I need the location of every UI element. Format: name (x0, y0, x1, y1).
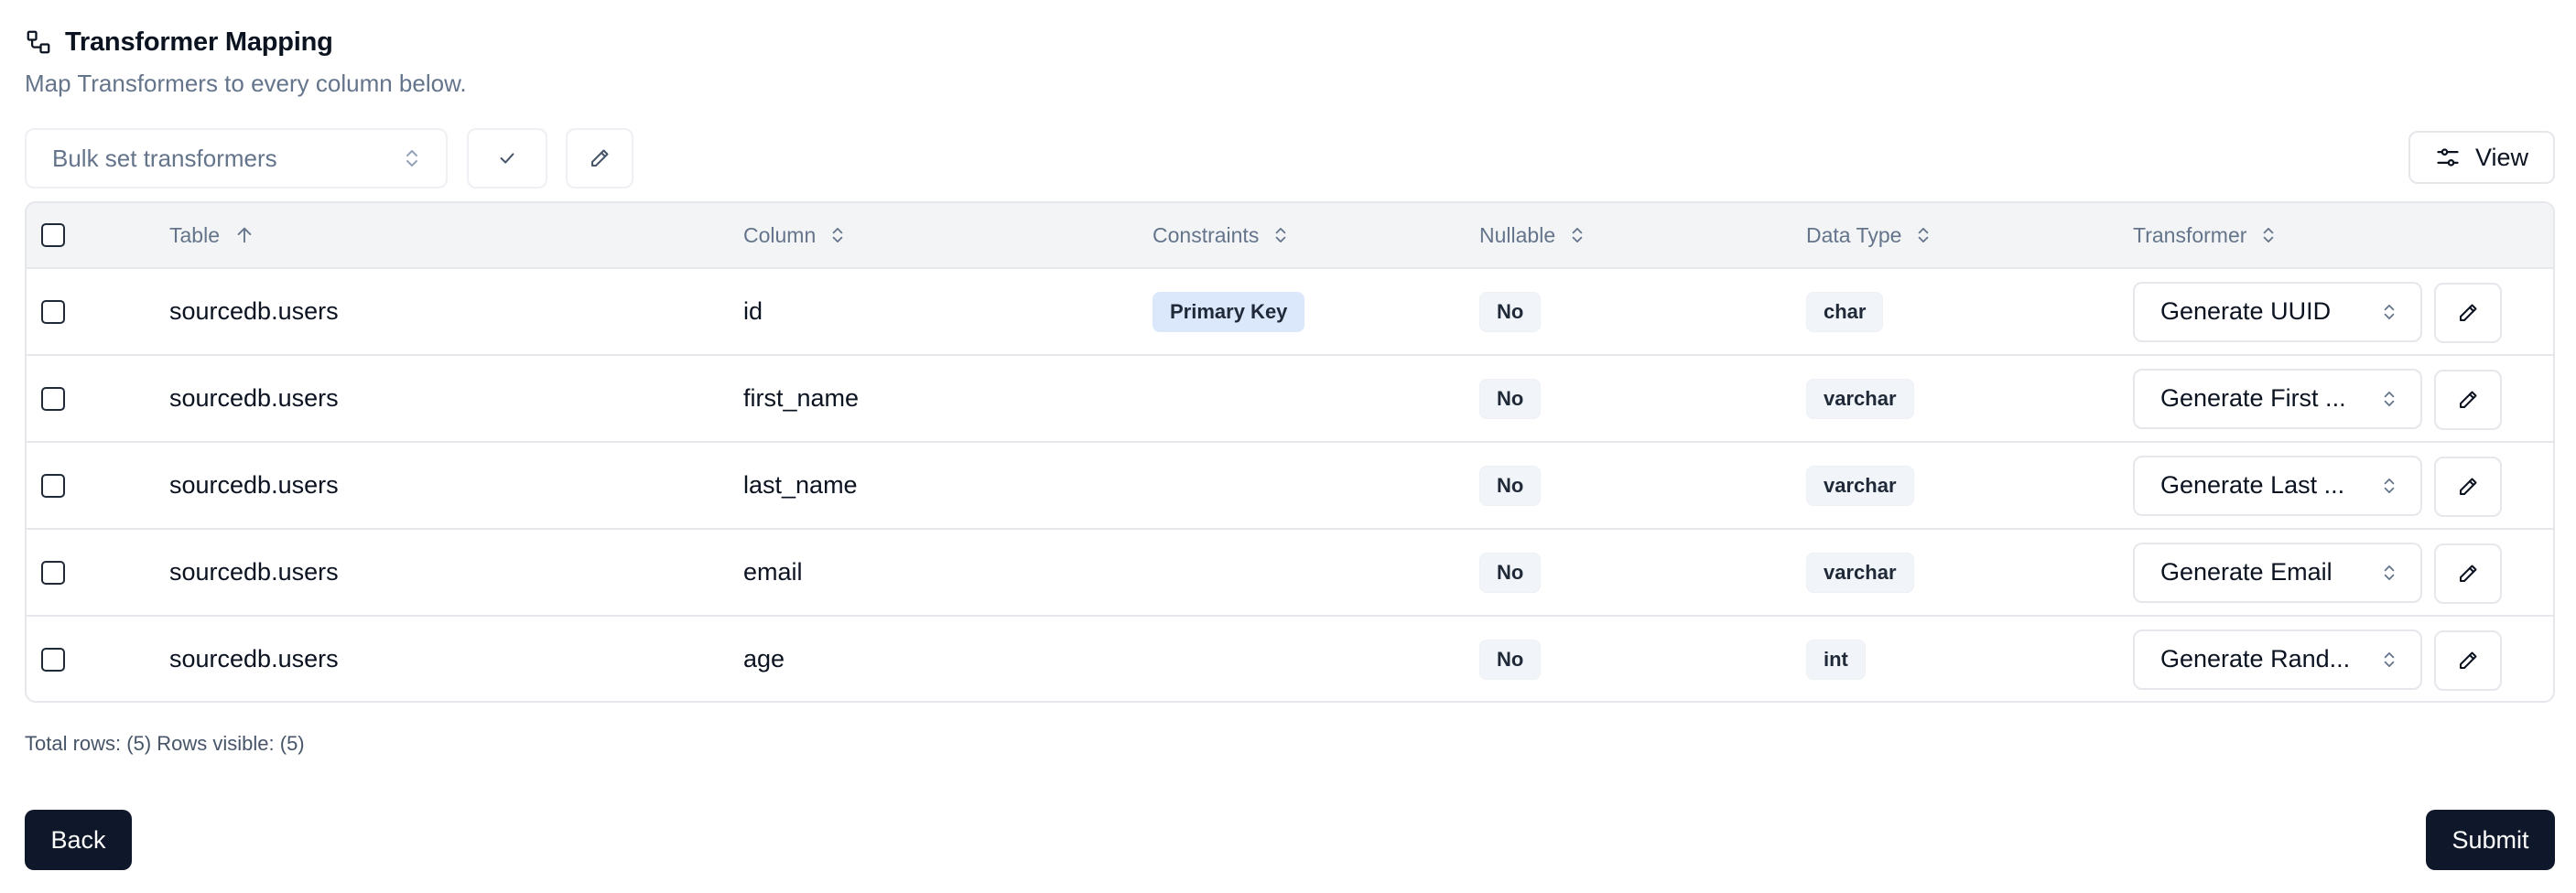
check-icon (500, 153, 514, 164)
edit-transformer-button[interactable] (2434, 370, 2502, 430)
chevron-up-down-icon (2384, 651, 2395, 667)
page-title: Transformer Mapping (65, 27, 333, 57)
sort-icon (2264, 228, 2274, 243)
table-row: sourcedb.users email No varchar Generate… (27, 530, 2553, 617)
row-checkbox[interactable] (41, 473, 65, 498)
constraint-badge: Primary Key (1153, 291, 1305, 332)
transformer-select[interactable]: Generate Email (2133, 542, 2422, 603)
column-header-nullable[interactable]: Nullable (1479, 203, 1585, 267)
back-button[interactable]: Back (25, 810, 132, 870)
table-header: Table Column Constraints Nullable Data T… (27, 203, 2553, 269)
nullable-badge: No (1479, 639, 1542, 680)
pencil-icon (2460, 565, 2477, 582)
sort-icon (1275, 228, 1286, 243)
sort-icon (832, 228, 843, 243)
edit-transformer-button[interactable] (2434, 630, 2502, 691)
sliders-icon (2437, 148, 2459, 167)
nullable-badge: No (1479, 291, 1542, 332)
nullable-badge: No (1479, 552, 1542, 593)
cell-table: sourcedb.users (169, 645, 339, 672)
table-row: sourcedb.users id Primary Key No char Ge… (27, 269, 2553, 356)
table-row: sourcedb.users first_name No varchar Gen… (27, 356, 2553, 443)
nullable-badge: No (1479, 465, 1542, 506)
chevron-up-down-icon (406, 150, 417, 167)
cell-column: last_name (743, 471, 858, 499)
transformer-mapping-table: Table Column Constraints Nullable Data T… (25, 201, 2555, 703)
select-all-cell (41, 203, 65, 267)
page-header: Transformer Mapping (25, 24, 333, 60)
pencil-icon (2460, 651, 2477, 669)
workflow-icon (27, 30, 50, 54)
pencil-icon (2460, 478, 2477, 495)
bulk-edit-button[interactable] (566, 128, 633, 188)
bulk-set-transformers-select[interactable]: Bulk set transformers (25, 128, 448, 188)
submit-button[interactable]: Submit (2426, 810, 2555, 870)
cell-column: email (743, 558, 803, 586)
transformer-select[interactable]: Generate UUID (2133, 281, 2422, 342)
pencil-icon (591, 149, 609, 167)
sort-icon (1919, 228, 1929, 243)
chevron-up-down-icon (2384, 304, 2395, 319)
page-subtitle: Map Transformers to every column below. (25, 70, 467, 97)
row-checkbox[interactable] (41, 647, 65, 672)
edit-transformer-button[interactable] (2434, 457, 2502, 517)
cell-table: sourcedb.users (169, 471, 339, 499)
view-options-button[interactable]: View (2408, 131, 2555, 184)
chevron-up-down-icon (2384, 391, 2395, 406)
cell-column: first_name (743, 384, 860, 412)
data-type-badge: varchar (1806, 378, 1914, 419)
column-header-column[interactable]: Column (743, 203, 845, 267)
transformer-select[interactable]: Generate Last ... (2133, 455, 2422, 516)
data-type-badge: int (1806, 639, 1866, 680)
chevron-up-down-icon (2384, 478, 2395, 493)
data-type-badge: varchar (1806, 465, 1914, 506)
pencil-icon (2460, 391, 2477, 408)
arrow-up-icon (237, 227, 252, 243)
view-label: View (2474, 143, 2529, 171)
cell-table: sourcedb.users (169, 384, 339, 412)
cell-table: sourcedb.users (169, 297, 339, 325)
pencil-icon (2460, 304, 2477, 321)
column-header-constraints[interactable]: Constraints (1153, 203, 1288, 267)
column-header-transformer[interactable]: Transformer (2133, 203, 2276, 267)
data-type-badge: varchar (1806, 552, 1914, 593)
toolbar: Bulk set transformers View (25, 128, 2555, 188)
rows-info: Total rows: (5) Rows visible: (5) (25, 732, 305, 755)
apply-bulk-button[interactable] (467, 128, 547, 188)
cell-column: age (743, 645, 785, 672)
chevron-up-down-icon (2384, 565, 2395, 580)
nullable-badge: No (1479, 378, 1542, 419)
edit-transformer-button[interactable] (2434, 543, 2502, 604)
column-header-data-type[interactable]: Data Type (1806, 203, 1931, 267)
transformer-select[interactable]: Generate First ... (2133, 368, 2422, 429)
row-checkbox[interactable] (41, 386, 65, 411)
data-type-badge: char (1806, 291, 1884, 332)
row-checkbox[interactable] (41, 560, 65, 585)
table-row: sourcedb.users last_name No varchar Gene… (27, 443, 2553, 530)
edit-transformer-button[interactable] (2434, 283, 2502, 343)
cell-column: id (743, 297, 763, 325)
table-row: sourcedb.users age No int Generate Rand.… (27, 617, 2553, 701)
select-all-checkbox[interactable] (41, 223, 65, 247)
row-checkbox[interactable] (41, 299, 65, 324)
transformer-select[interactable]: Generate Rand... (2133, 629, 2422, 690)
sort-icon (1572, 228, 1583, 243)
column-header-table[interactable]: Table (169, 203, 254, 267)
cell-table: sourcedb.users (169, 558, 339, 586)
bulk-select-placeholder: Bulk set transformers (52, 144, 277, 172)
